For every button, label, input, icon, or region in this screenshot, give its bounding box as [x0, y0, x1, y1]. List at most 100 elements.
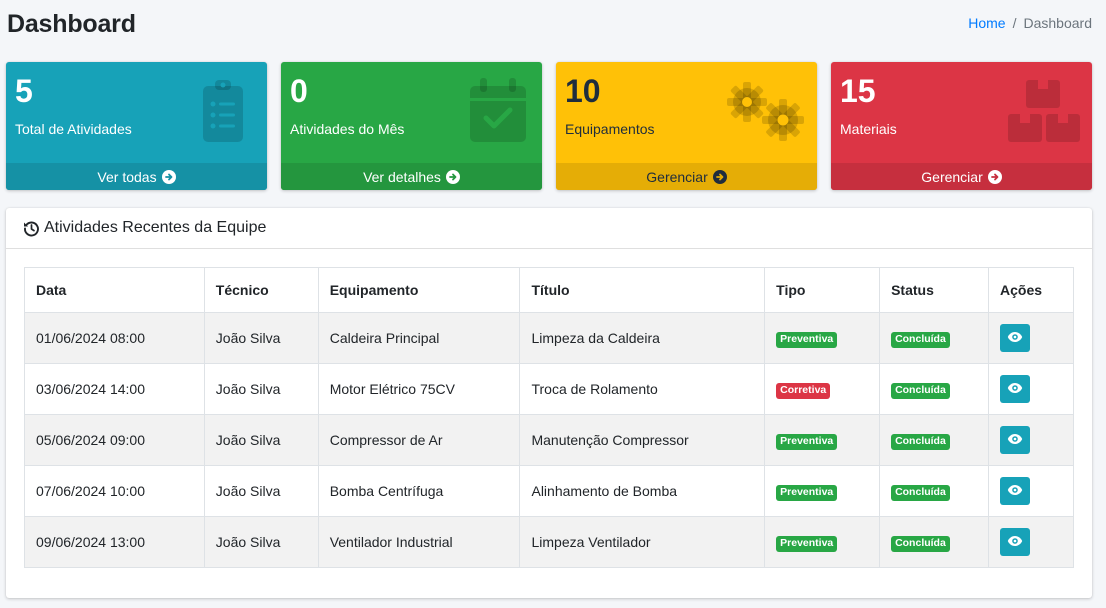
view-button[interactable] — [1000, 426, 1030, 454]
table-row: 03/06/2024 14:00 João Silva Motor Elétri… — [24, 363, 1074, 415]
manage-materials-link[interactable]: Gerenciar — [831, 163, 1092, 190]
status-badge: Concluída — [891, 535, 950, 552]
cell-status: Concluída — [879, 414, 989, 466]
arrow-circle-right-icon — [445, 169, 460, 184]
cell-acoes — [988, 363, 1074, 415]
table-header-row: Data Técnico Equipamento Título Tipo Sta… — [24, 267, 1074, 313]
status-badge: Concluída — [891, 382, 950, 399]
column-header-tecnico: Técnico — [203, 267, 319, 313]
box-value: 15 — [840, 73, 876, 109]
page-title: Dashboard — [7, 10, 136, 38]
cell-tecnico: João Silva — [203, 363, 319, 415]
column-header-equipamento: Equipamento — [317, 267, 521, 313]
equipment-box: 10 Equipamentos Gerenciar — [556, 62, 817, 190]
cell-titulo: Limpeza Ventilador — [519, 516, 766, 568]
activities-table: Data Técnico Equipamento Título Tipo Sta… — [24, 267, 1074, 568]
breadcrumb-home-link[interactable]: Home — [968, 15, 1005, 31]
cell-titulo: Troca de Rolamento — [519, 363, 766, 415]
recent-activities-card: Atividades Recentes da Equipe Data Técni… — [6, 208, 1092, 598]
arrow-circle-right-icon — [712, 169, 727, 184]
table-row: 07/06/2024 10:00 João Silva Bomba Centrí… — [24, 465, 1074, 517]
view-button[interactable] — [1000, 477, 1030, 505]
cell-tecnico: João Silva — [203, 312, 319, 364]
card-title: Atividades Recentes da Equipe — [44, 219, 267, 236]
column-header-tipo: Tipo — [764, 267, 881, 313]
box-link-label: Gerenciar — [921, 168, 983, 185]
cell-tipo: Preventiva — [764, 414, 881, 466]
breadcrumb-current: Dashboard — [1023, 15, 1093, 31]
total-activities-box: 5 Total de Atividades Ver todas — [6, 62, 267, 190]
cell-acoes — [988, 516, 1074, 568]
cell-equipamento: Bomba Centrífuga — [317, 465, 521, 517]
view-button[interactable] — [1000, 375, 1030, 403]
arrow-circle-right-icon — [987, 169, 1002, 184]
content-header: Dashboard Home / Dashboard — [0, 0, 1106, 56]
type-badge: Preventiva — [776, 331, 838, 348]
eye-icon — [1007, 382, 1023, 397]
type-badge: Preventiva — [776, 535, 838, 552]
type-badge: Preventiva — [776, 484, 838, 501]
cell-data: 09/06/2024 13:00 — [24, 516, 205, 568]
cell-tecnico: João Silva — [203, 465, 319, 517]
breadcrumb: Home / Dashboard — [968, 15, 1092, 31]
history-icon — [23, 220, 40, 237]
column-header-titulo: Título — [519, 267, 766, 313]
cell-titulo: Alinhamento de Bomba — [519, 465, 766, 517]
cell-titulo: Manutenção Compressor — [519, 414, 766, 466]
box-value: 5 — [15, 73, 33, 109]
cell-tipo: Preventiva — [764, 312, 881, 364]
view-button[interactable] — [1000, 324, 1030, 352]
table-row: 01/06/2024 08:00 João Silva Caldeira Pri… — [24, 312, 1074, 364]
box-link-label: Ver todas — [97, 168, 157, 185]
manage-equipment-link[interactable]: Gerenciar — [556, 163, 817, 190]
clipboard-list-icon — [191, 78, 255, 144]
box-value: 0 — [290, 73, 308, 109]
cell-equipamento: Motor Elétrico 75CV — [317, 363, 521, 415]
box-link-label: Gerenciar — [646, 168, 708, 185]
table-row: 05/06/2024 09:00 João Silva Compressor d… — [24, 414, 1074, 466]
column-header-data: Data — [24, 267, 205, 313]
card-header: Atividades Recentes da Equipe — [6, 208, 1092, 249]
column-header-acoes: Ações — [988, 267, 1074, 313]
cell-equipamento: Caldeira Principal — [317, 312, 521, 364]
cell-data: 07/06/2024 10:00 — [24, 465, 205, 517]
materials-box: 15 Materiais Gerenciar — [831, 62, 1092, 190]
cell-acoes — [988, 465, 1074, 517]
small-boxes: 5 Total de Atividades Ver todas 0 Ativid… — [6, 62, 1092, 190]
cell-equipamento: Compressor de Ar — [317, 414, 521, 466]
eye-icon — [1007, 484, 1023, 499]
status-badge: Concluída — [891, 331, 950, 348]
table-row: 09/06/2024 13:00 João Silva Ventilador I… — [24, 516, 1074, 568]
cell-tecnico: João Silva — [203, 414, 319, 466]
view-all-link[interactable]: Ver todas — [6, 163, 267, 190]
cell-data: 03/06/2024 14:00 — [24, 363, 205, 415]
view-details-link[interactable]: Ver detalhes — [281, 163, 542, 190]
status-badge: Concluída — [891, 484, 950, 501]
box-label: Atividades do Mês — [290, 121, 405, 137]
eye-icon — [1007, 433, 1023, 448]
box-link-label: Ver detalhes — [363, 168, 441, 185]
cell-tipo: Corretiva — [764, 363, 881, 415]
cell-status: Concluída — [879, 312, 989, 364]
type-badge: Preventiva — [776, 433, 838, 450]
calendar-check-icon — [466, 78, 530, 144]
gears-icon — [725, 78, 805, 144]
breadcrumb-separator: / — [1012, 15, 1017, 31]
box-label: Materiais — [840, 121, 897, 137]
box-label: Equipamentos — [565, 121, 655, 137]
boxes-icon — [1006, 78, 1080, 144]
cell-tipo: Preventiva — [764, 516, 881, 568]
cell-acoes — [988, 414, 1074, 466]
cell-status: Concluída — [879, 363, 989, 415]
box-value: 10 — [565, 73, 601, 109]
cell-data: 01/06/2024 08:00 — [24, 312, 205, 364]
eye-icon — [1007, 535, 1023, 550]
box-label: Total de Atividades — [15, 121, 132, 137]
status-badge: Concluída — [891, 433, 950, 450]
month-activities-box: 0 Atividades do Mês Ver detalhes — [281, 62, 542, 190]
view-button[interactable] — [1000, 528, 1030, 556]
cell-data: 05/06/2024 09:00 — [24, 414, 205, 466]
column-header-status: Status — [879, 267, 989, 313]
eye-icon — [1007, 331, 1023, 346]
cell-status: Concluída — [879, 516, 989, 568]
